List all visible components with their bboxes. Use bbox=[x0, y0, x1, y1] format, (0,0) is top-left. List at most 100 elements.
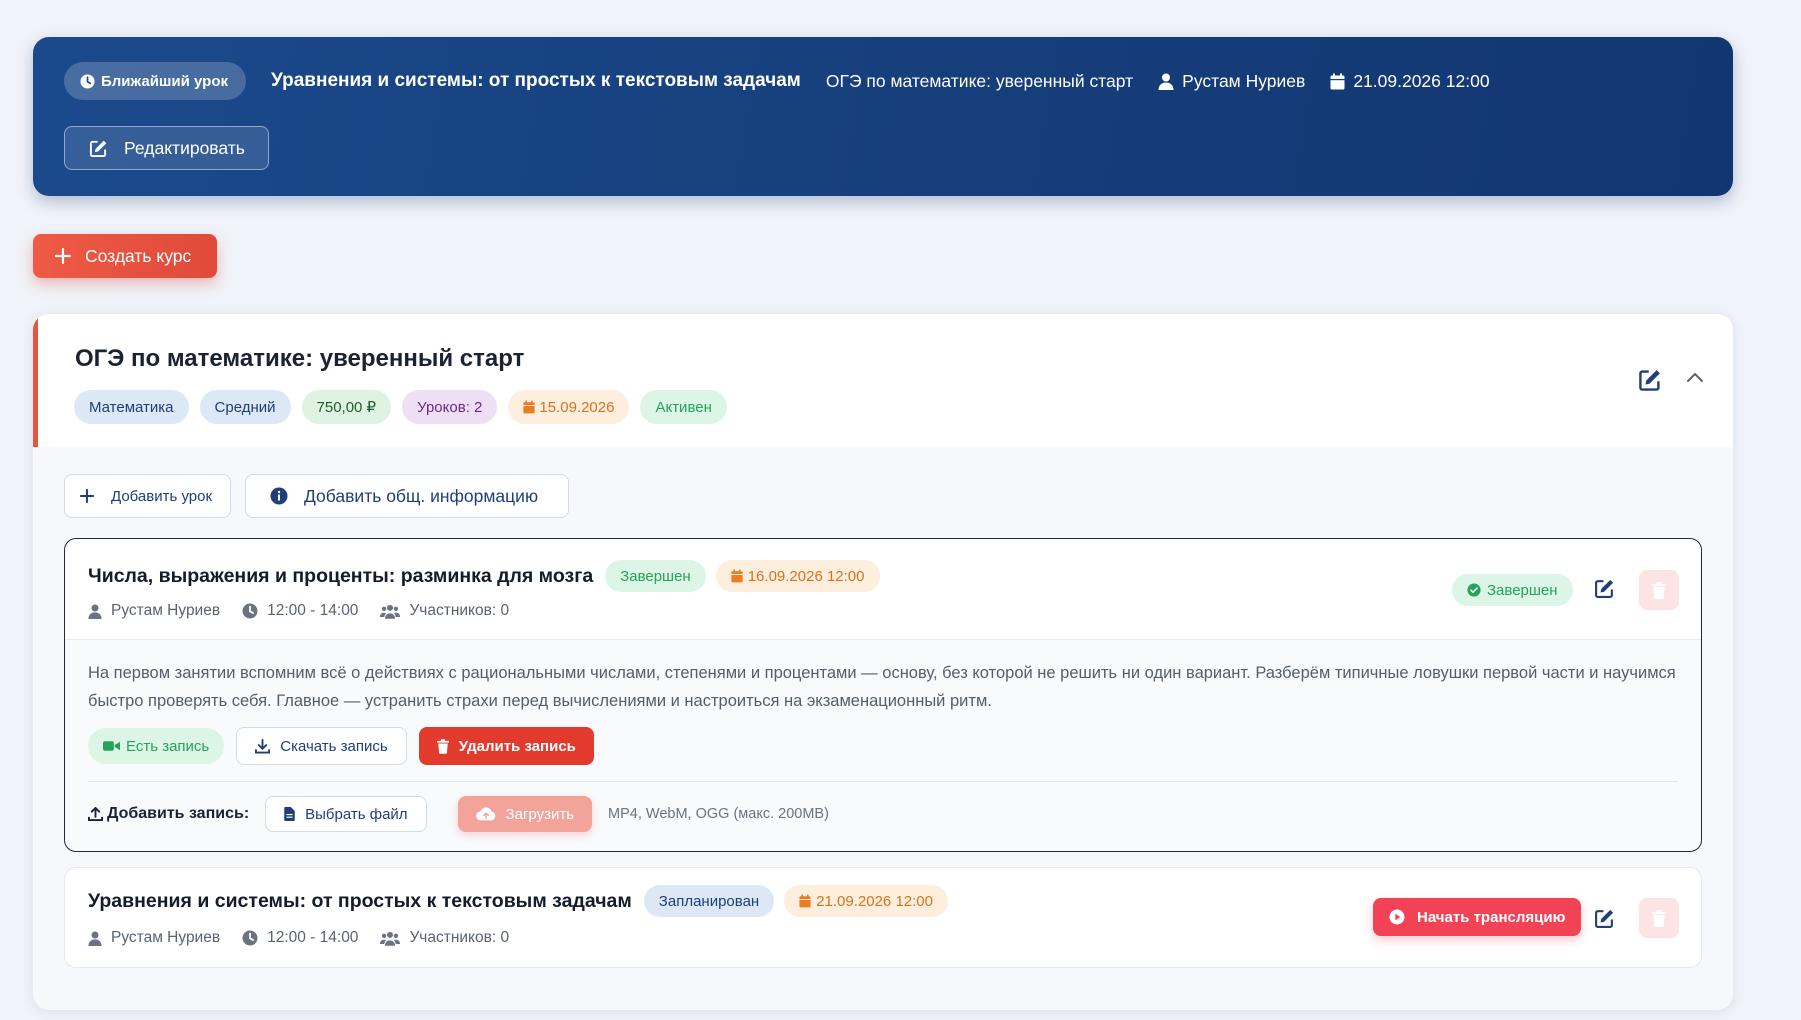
lesson-status-badge: Запланирован bbox=[643, 885, 775, 917]
users-icon bbox=[380, 604, 401, 619]
video-camera-icon bbox=[103, 740, 120, 752]
trash-icon bbox=[1652, 909, 1666, 927]
file-icon bbox=[284, 807, 295, 821]
users-icon bbox=[380, 931, 401, 946]
course-title: ОГЭ по математике: уверенный старт bbox=[75, 345, 525, 372]
add-general-info-label: Добавить общ. информацию bbox=[304, 485, 539, 506]
upload-format-hint: MP4, WebM, OGG (макс. 200MB) bbox=[608, 806, 829, 822]
upload-icon bbox=[88, 806, 103, 822]
upload-button[interactable]: Загрузить bbox=[457, 796, 593, 832]
clock-icon bbox=[242, 930, 258, 946]
recording-actions: Есть запись Скачать запись Удалить запис… bbox=[88, 727, 594, 765]
lesson-card[interactable]: Уравнения и системы: от простых к тексто… bbox=[64, 867, 1702, 968]
create-course-button[interactable]: Создать курс bbox=[33, 234, 217, 278]
course-lessons-count-tag: Уроков: 2 bbox=[402, 390, 498, 424]
lesson-participants-label: Участников: 0 bbox=[409, 929, 510, 946]
lesson-date-label: 21.09.2026 12:00 bbox=[816, 892, 933, 910]
download-icon bbox=[255, 738, 271, 754]
next-lesson-edit-label: Редактировать bbox=[124, 137, 245, 158]
lesson-title-row: Уравнения и системы: от простых к тексто… bbox=[88, 885, 948, 917]
lesson-time: 12:00 - 14:00 bbox=[242, 929, 358, 947]
lesson-delete-button[interactable] bbox=[1639, 570, 1679, 610]
add-lesson-button[interactable]: Добавить урок bbox=[64, 474, 231, 518]
next-lesson-course: ОГЭ по математике: уверенный старт bbox=[826, 71, 1133, 92]
chevron-up-icon[interactable] bbox=[1686, 371, 1704, 383]
user-icon bbox=[88, 931, 102, 946]
course-subject-tag: Математика bbox=[74, 390, 189, 424]
choose-file-button[interactable]: Выбрать файл bbox=[265, 796, 427, 832]
lesson-teacher: Рустам Нуриев bbox=[88, 602, 220, 620]
clock-icon bbox=[242, 603, 258, 619]
download-recording-button[interactable]: Скачать запись bbox=[236, 727, 407, 765]
course-tags: Математика Средний 750,00 ₽ Уроков: 2 15… bbox=[74, 390, 727, 424]
trash-icon bbox=[1652, 581, 1666, 599]
edit-icon bbox=[89, 139, 108, 158]
download-recording-label: Скачать запись bbox=[280, 737, 388, 755]
course-date-tag: 15.09.2026 bbox=[508, 390, 630, 424]
next-lesson-info: Ближайший урок Уравнения и системы: от п… bbox=[64, 62, 1490, 100]
create-course-label: Создать курс bbox=[85, 245, 192, 266]
plus-icon bbox=[55, 248, 71, 264]
calendar-icon bbox=[731, 569, 743, 583]
course-status-tag: Активен bbox=[640, 390, 727, 424]
upload-label: Загрузить bbox=[505, 805, 575, 823]
delete-recording-button[interactable]: Удалить запись bbox=[418, 727, 594, 765]
course-date-label: 15.09.2026 bbox=[539, 398, 615, 416]
lesson-edit-icon[interactable] bbox=[1594, 908, 1615, 929]
add-lesson-label: Добавить урок bbox=[111, 487, 213, 505]
cloud-upload-icon bbox=[475, 807, 496, 821]
next-lesson-badge-label: Ближайший урок bbox=[101, 72, 229, 90]
lesson-edit-icon[interactable] bbox=[1594, 578, 1615, 599]
calendar-icon bbox=[1330, 73, 1345, 90]
course-price-tag: 750,00 ₽ bbox=[301, 390, 392, 424]
lesson-teacher-name: Рустам Нуриев bbox=[111, 929, 221, 946]
lesson-title-row: Числа, выражения и проценты: разминка дл… bbox=[88, 560, 880, 592]
play-circle-icon bbox=[1389, 909, 1405, 925]
trash-icon bbox=[436, 738, 449, 754]
recording-available-label: Есть запись bbox=[126, 737, 210, 755]
lesson-participants-label: Участников: 0 bbox=[409, 602, 510, 619]
lesson-time-label: 12:00 - 14:00 bbox=[267, 602, 359, 619]
lesson-status-badge: Завершен bbox=[605, 560, 706, 592]
lesson-status-chip: Завершен bbox=[1452, 574, 1573, 606]
lesson-date-badge: 21.09.2026 12:00 bbox=[784, 885, 948, 917]
lesson-delete-button[interactable] bbox=[1639, 898, 1679, 938]
info-icon bbox=[270, 487, 288, 505]
lesson-card[interactable]: Числа, выражения и проценты: разминка дл… bbox=[64, 538, 1702, 852]
calendar-icon bbox=[523, 400, 535, 414]
lesson-participants: Участников: 0 bbox=[380, 929, 509, 947]
lesson-title: Числа, выражения и проценты: разминка дл… bbox=[88, 564, 594, 587]
next-lesson-badge: Ближайший урок bbox=[64, 62, 247, 100]
start-stream-button[interactable]: Начать трансляцию bbox=[1373, 898, 1582, 936]
user-icon bbox=[1158, 73, 1174, 90]
delete-recording-label: Удалить запись bbox=[458, 737, 576, 755]
next-lesson-datetime-label: 21.09.2026 12:00 bbox=[1353, 70, 1490, 91]
recording-available-badge: Есть запись bbox=[88, 728, 225, 764]
calendar-icon bbox=[799, 894, 811, 908]
lesson-title: Уравнения и системы: от простых к тексто… bbox=[88, 889, 632, 912]
lesson-date-label: 16.09.2026 12:00 bbox=[747, 567, 865, 585]
next-lesson-title: Уравнения и системы: от простых к тексто… bbox=[271, 70, 801, 91]
lesson-time: 12:00 - 14:00 bbox=[242, 602, 358, 620]
next-lesson-teacher-name: Рустам Нуриев bbox=[1182, 70, 1306, 91]
course-edit-icon[interactable] bbox=[1638, 368, 1662, 392]
course-header: ОГЭ по математике: уверенный старт Матем… bbox=[33, 314, 1733, 447]
add-recording-text: Добавить запись: bbox=[107, 805, 250, 822]
lesson-teacher: Рустам Нуриев bbox=[88, 929, 220, 947]
lesson-description: На первом занятии вспомним всё о действи… bbox=[88, 664, 1676, 710]
next-lesson-edit-button[interactable]: Редактировать bbox=[64, 126, 269, 170]
lesson-meta: Рустам Нуриев 12:00 - 14:00 Участников: … bbox=[88, 602, 531, 620]
choose-file-label: Выбрать файл bbox=[305, 805, 408, 823]
next-lesson-banner: Ближайший урок Уравнения и системы: от п… bbox=[33, 37, 1733, 196]
lesson-date-badge: 16.09.2026 12:00 bbox=[715, 560, 880, 592]
next-lesson-datetime: 21.09.2026 12:00 bbox=[1330, 70, 1490, 92]
clock-icon bbox=[80, 73, 95, 89]
check-circle-icon bbox=[1467, 583, 1481, 597]
lesson-status-chip-label: Завершен bbox=[1487, 581, 1558, 599]
next-lesson-teacher: Рустам Нуриев bbox=[1158, 71, 1305, 92]
next-lesson-course-label: ОГЭ по математике: уверенный старт bbox=[825, 70, 1134, 91]
lesson-meta: Рустам Нуриев 12:00 - 14:00 Участников: … bbox=[88, 929, 531, 947]
add-general-info-button[interactable]: Добавить общ. информацию bbox=[245, 474, 569, 518]
lesson-teacher-name: Рустам Нуриев bbox=[111, 602, 221, 619]
upload-recording-row: Добавить запись: Выбрать файл Загрузить … bbox=[88, 796, 829, 832]
